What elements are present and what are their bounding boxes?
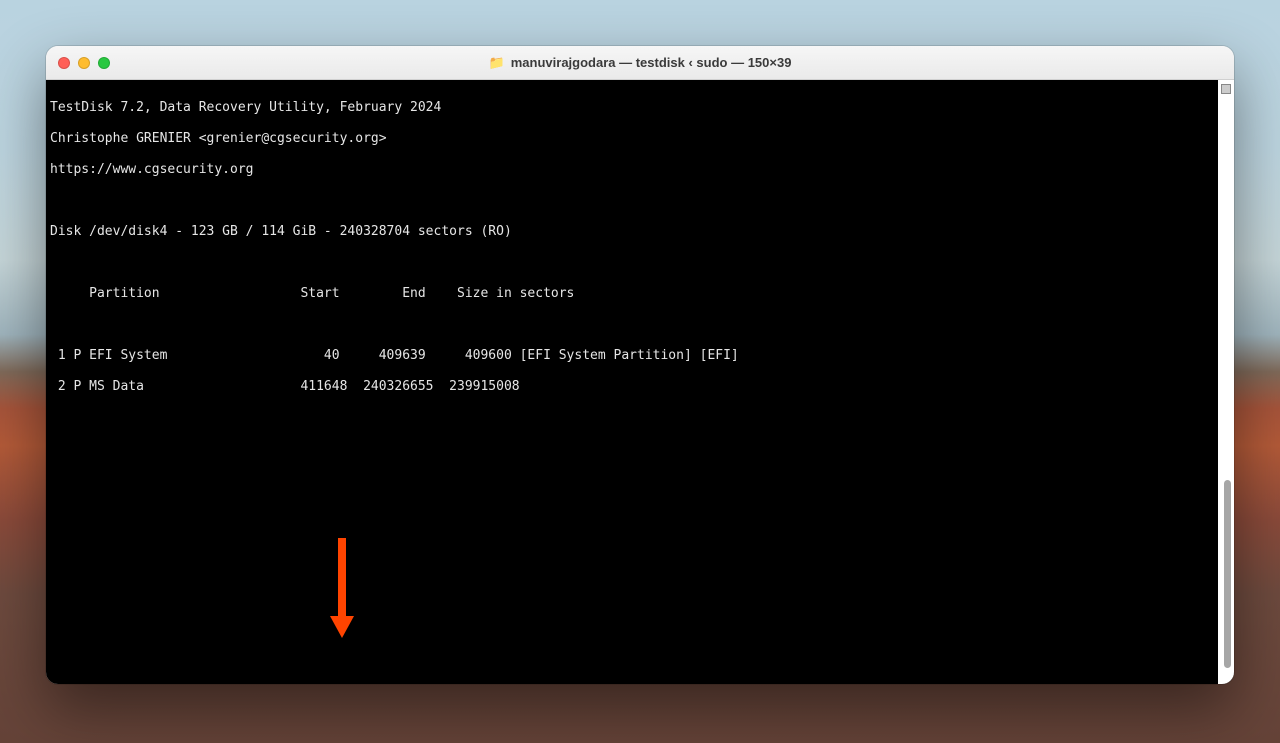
disk-line: Disk /dev/disk4 - 123 GB / 114 GiB - 240… (50, 224, 1234, 240)
partition-row: 1 P EFI System 40 409639 409600 [EFI Sys… (50, 348, 1234, 364)
header-line: Christophe GRENIER <grenier@cgsecurity.o… (50, 131, 1234, 147)
window-title: manuvirajgodara — testdisk ‹ sudo — 150×… (511, 55, 792, 70)
terminal-window: 📁 manuvirajgodara — testdisk ‹ sudo — 15… (46, 46, 1234, 684)
terminal-scrollbar[interactable] (1218, 80, 1234, 684)
terminal-viewport[interactable]: TestDisk 7.2, Data Recovery Utility, Feb… (46, 80, 1234, 684)
title-wrap: 📁 manuvirajgodara — testdisk ‹ sudo — 15… (46, 46, 1234, 80)
window-titlebar[interactable]: 📁 manuvirajgodara — testdisk ‹ sudo — 15… (46, 46, 1234, 80)
terminal-content: TestDisk 7.2, Data Recovery Utility, Feb… (46, 80, 1234, 684)
header-line: TestDisk 7.2, Data Recovery Utility, Feb… (50, 100, 1234, 116)
desktop-background: 📁 manuvirajgodara — testdisk ‹ sudo — 15… (0, 0, 1280, 743)
scroll-marker-icon (1221, 84, 1231, 94)
partition-row: 2 P MS Data 411648 240326655 239915008 (50, 379, 1234, 395)
column-headers: Partition Start End Size in sectors (50, 286, 1234, 302)
window-controls (58, 57, 110, 69)
folder-icon: 📁 (489, 55, 505, 71)
zoom-button[interactable] (98, 57, 110, 69)
minimize-button[interactable] (78, 57, 90, 69)
scrollbar-thumb[interactable] (1224, 480, 1231, 668)
header-line: https://www.cgsecurity.org (50, 162, 1234, 178)
close-button[interactable] (58, 57, 70, 69)
